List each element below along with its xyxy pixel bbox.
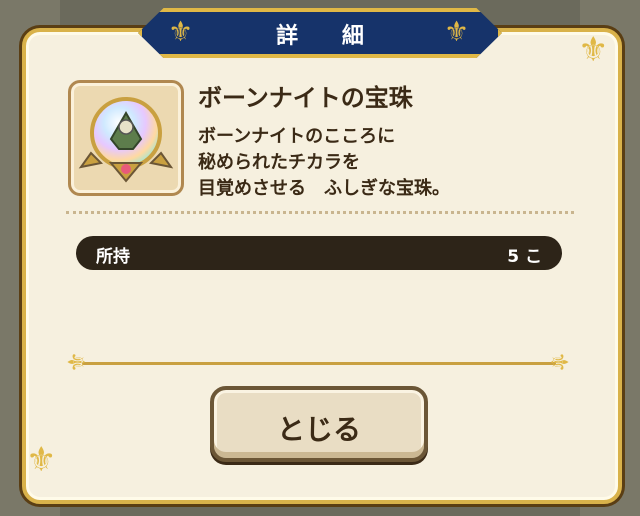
item-description-line: 秘められたチカラを	[198, 152, 360, 173]
divider-ornament-right-icon: ⚜	[544, 351, 573, 373]
close-button-label: とじる	[276, 413, 361, 446]
item-description-line: ボーンナイトのこころに	[198, 126, 396, 147]
owned-count-bar: 所持 5 こ	[76, 236, 562, 270]
owned-label: 所持	[96, 247, 130, 267]
corner-ornament-top-right-icon: ⚜	[578, 30, 609, 70]
fleur-de-lis-left-icon: ⚜	[168, 15, 194, 48]
item-description-line: 目覚めさせる ふしぎな宝珠。	[198, 178, 450, 199]
item-description: ボーンナイトのこころに 秘められたチカラを 目覚めさせる ふしぎな宝珠。	[198, 124, 578, 202]
corner-ornament-bottom-left-icon: ⚜	[26, 440, 57, 480]
fleur-de-lis-right-icon: ⚜	[444, 15, 470, 48]
close-button[interactable]: とじる	[210, 386, 428, 462]
item-name: ボーンナイトの宝珠	[198, 84, 413, 112]
ornamental-divider	[82, 362, 556, 365]
dotted-divider	[66, 211, 574, 214]
item-icon-frame	[68, 80, 184, 196]
bone-knight-orb-icon	[78, 97, 174, 183]
divider-ornament-left-icon: ⚜	[62, 351, 91, 373]
owned-count: 5 こ	[507, 247, 542, 267]
